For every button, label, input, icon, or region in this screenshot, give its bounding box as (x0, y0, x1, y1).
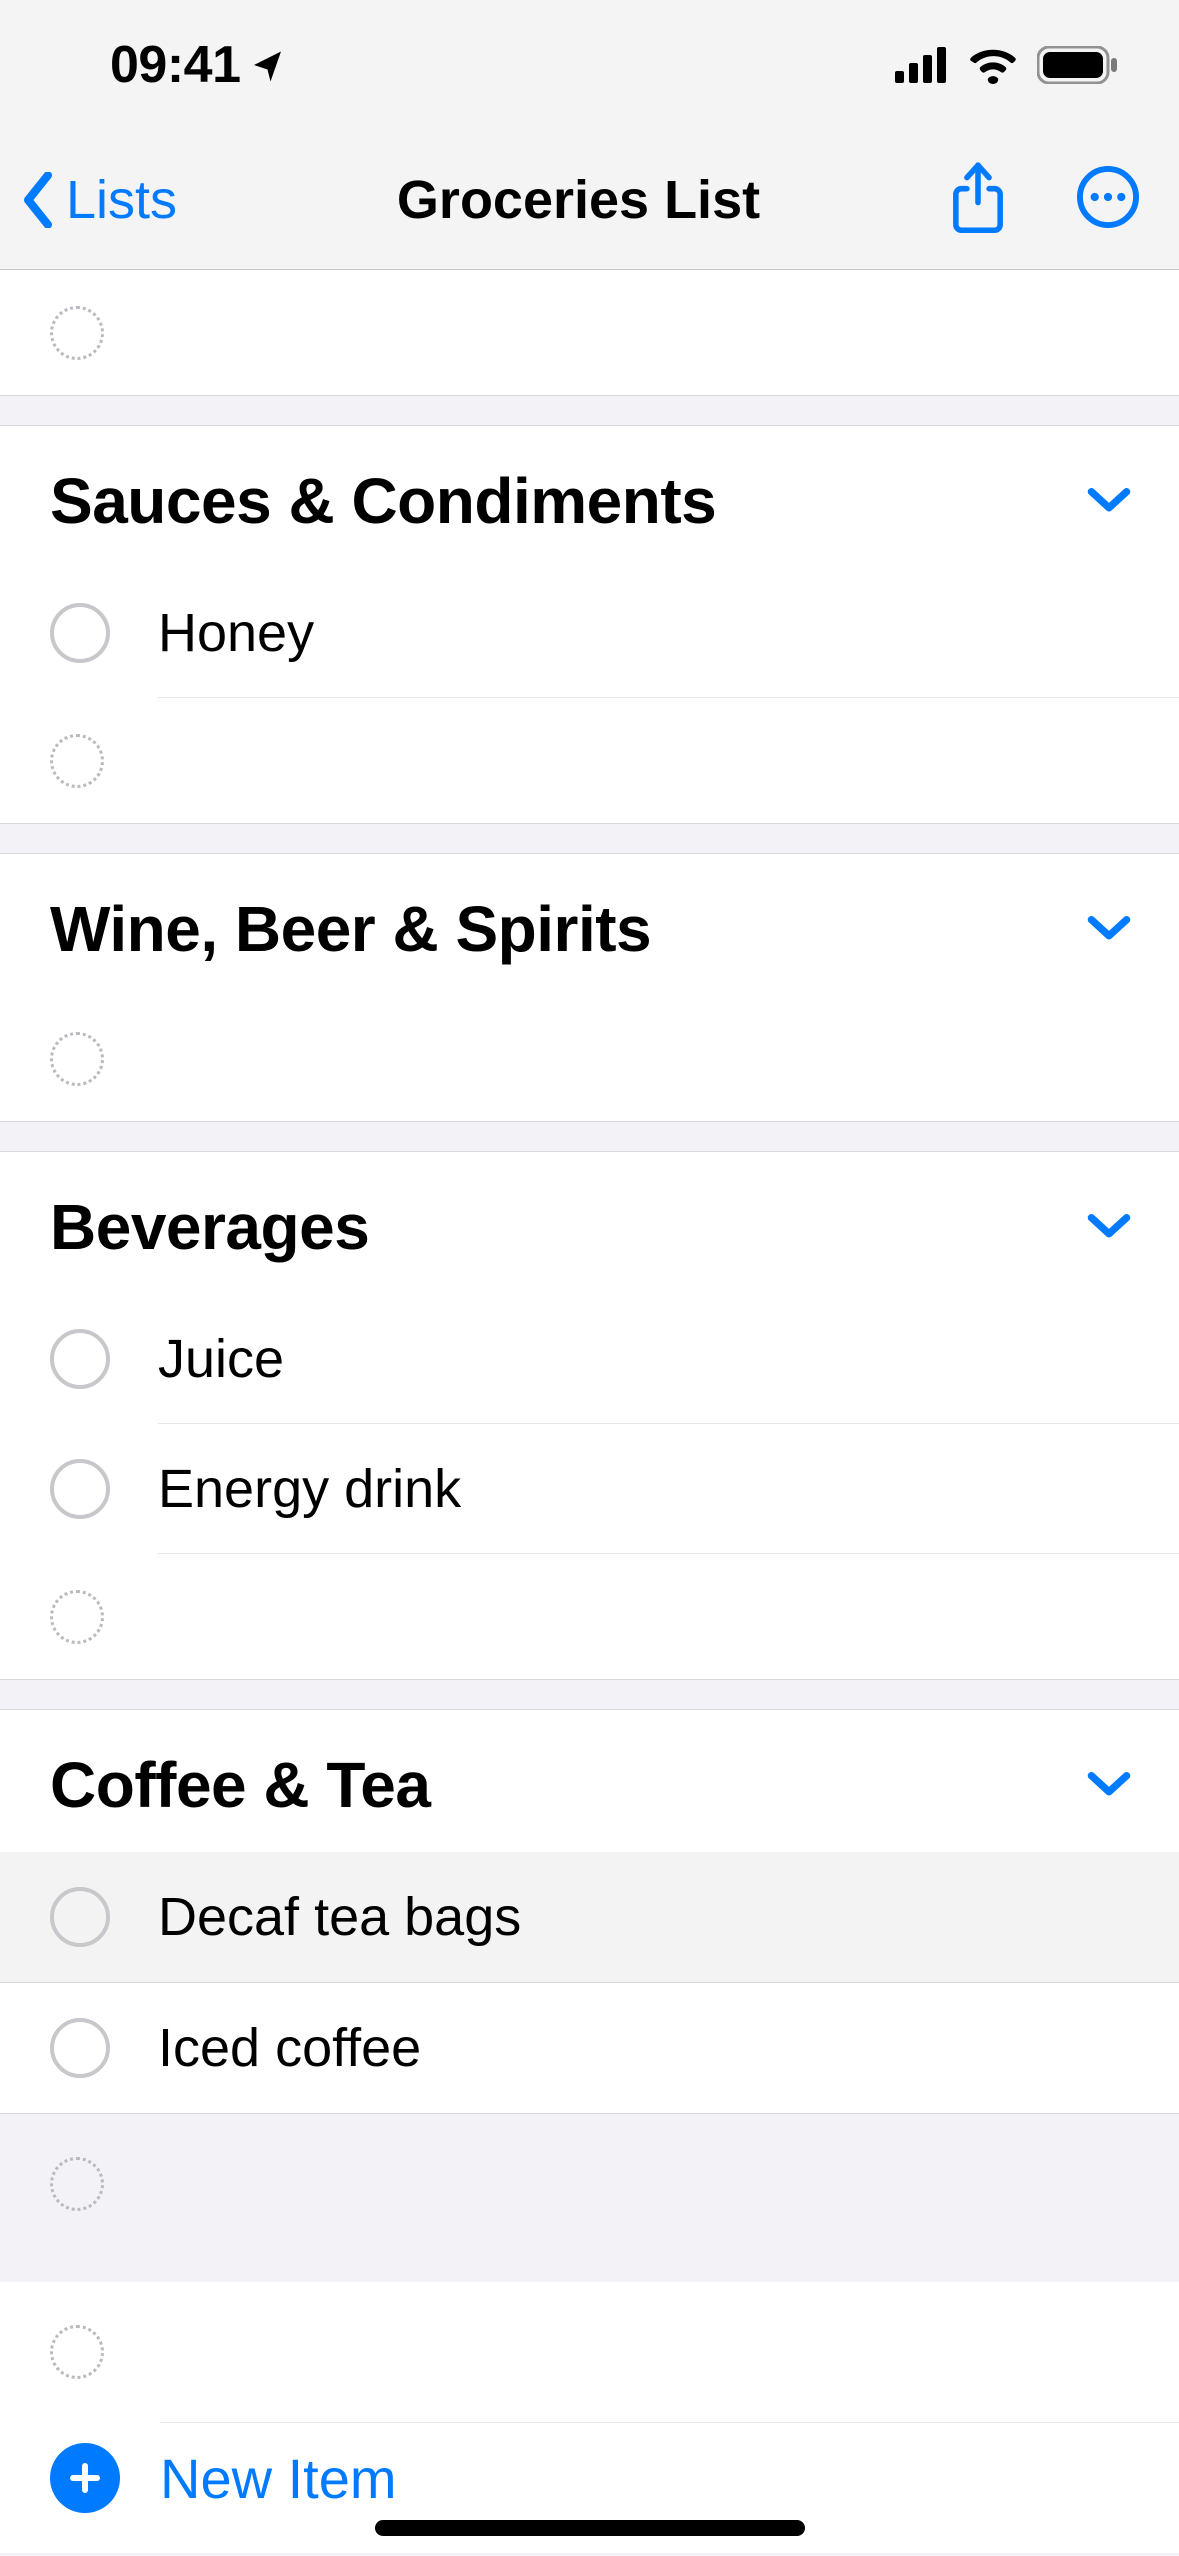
chevron-left-icon (18, 172, 58, 228)
item-label: Iced coffee (158, 2017, 421, 2079)
section-title: Sauces & Condiments (50, 464, 716, 538)
reminder-item[interactable]: Honey (0, 568, 1179, 698)
new-item-placeholder[interactable] (0, 270, 1179, 395)
cellular-icon (895, 47, 949, 83)
new-item-label: New Item (160, 2446, 397, 2511)
item-label: Energy drink (158, 1458, 461, 1520)
collapse-toggle[interactable] (1087, 1769, 1131, 1802)
status-right (895, 46, 1119, 84)
dotted-circle-icon (50, 1032, 104, 1086)
chevron-down-icon (1087, 485, 1131, 513)
new-item-placeholder[interactable] (0, 2114, 1179, 2254)
share-icon (949, 161, 1007, 233)
collapse-toggle[interactable] (1087, 485, 1131, 518)
section-wine-beer-spirits: Wine, Beer & Spirits (0, 853, 1179, 1121)
reminder-item[interactable]: Decaf tea bags (0, 1852, 1179, 1982)
ellipsis-circle-icon (1077, 166, 1139, 228)
chevron-down-icon (1087, 913, 1131, 941)
section-title: Coffee & Tea (50, 1748, 430, 1822)
dotted-circle-icon (50, 1590, 104, 1644)
section-title: Beverages (50, 1190, 369, 1264)
dotted-circle-icon (50, 2325, 104, 2379)
back-label: Lists (66, 169, 177, 231)
item-label: Honey (158, 602, 314, 664)
chevron-down-icon (1087, 1769, 1131, 1797)
nav-bar: Lists Groceries List (0, 130, 1179, 270)
new-item-placeholder[interactable] (0, 2282, 1179, 2422)
dotted-circle-icon (50, 2157, 104, 2211)
dotted-circle-icon (50, 306, 104, 360)
checkbox[interactable] (50, 2018, 110, 2078)
new-item-placeholder[interactable] (0, 1554, 1179, 1679)
item-label: Decaf tea bags (158, 1886, 521, 1948)
back-button[interactable]: Lists (18, 169, 268, 231)
plus-circle-icon (50, 2443, 120, 2513)
item-label: Juice (158, 1328, 284, 1390)
reminder-item[interactable]: Energy drink (0, 1424, 1179, 1554)
section-sauces-condiments: Sauces & Condiments Honey (0, 425, 1179, 823)
status-bar: 09:41 (0, 0, 1179, 130)
checkbox[interactable] (50, 1459, 110, 1519)
reminder-item[interactable]: Juice (0, 1294, 1179, 1424)
status-left: 09:41 (110, 35, 287, 95)
dotted-circle-icon (50, 734, 104, 788)
section-beverages: Beverages Juice Energy drink (0, 1151, 1179, 1679)
checkbox[interactable] (50, 1887, 110, 1947)
wifi-icon (967, 46, 1019, 84)
new-item-placeholder[interactable] (0, 996, 1179, 1121)
checkbox[interactable] (50, 603, 110, 663)
share-button[interactable] (949, 161, 1007, 238)
checkbox[interactable] (50, 1329, 110, 1389)
new-item-placeholder[interactable] (0, 698, 1179, 823)
battery-icon (1037, 46, 1119, 84)
status-time: 09:41 (110, 35, 241, 95)
collapse-toggle[interactable] (1087, 1211, 1131, 1244)
section-coffee-tea: Coffee & Tea Decaf tea bags Iced coffee (0, 1709, 1179, 2113)
chevron-down-icon (1087, 1211, 1131, 1239)
section-title: Wine, Beer & Spirits (50, 892, 651, 966)
location-icon (251, 47, 287, 83)
home-indicator[interactable] (375, 2520, 805, 2536)
more-button[interactable] (1077, 166, 1139, 233)
collapse-toggle[interactable] (1087, 913, 1131, 946)
reminder-item[interactable]: Iced coffee (0, 1982, 1179, 2113)
page-title: Groceries List (268, 169, 889, 231)
